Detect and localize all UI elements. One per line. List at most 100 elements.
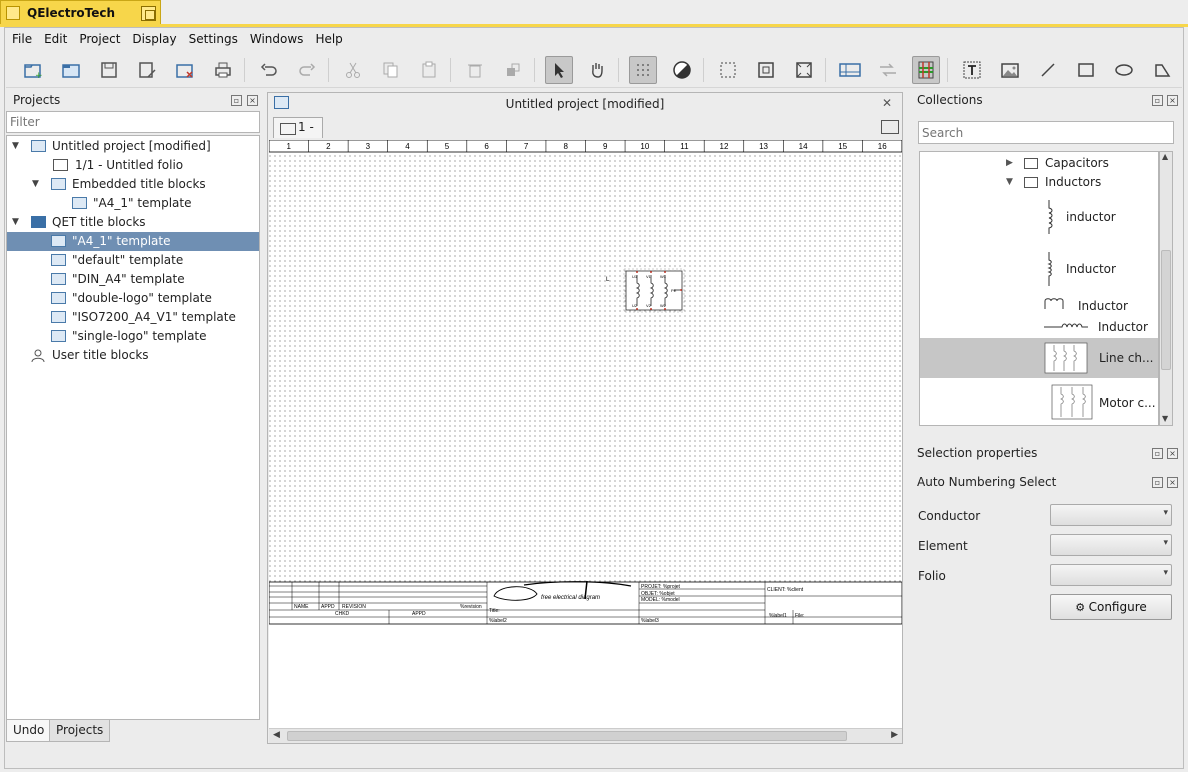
diagram-canvas[interactable]: 1 2 3 4 5 6 7 8 9 10 11 12 13 14 15 16 P… [269, 140, 902, 728]
tree-item-qet-title-blocks[interactable]: ▼ QET title blocks [7, 213, 259, 232]
close-icon[interactable]: × [1167, 477, 1178, 488]
ellipse-icon[interactable] [1110, 56, 1138, 84]
menu-windows[interactable]: Windows [244, 29, 310, 49]
diagram-svg[interactable]: 1 2 3 4 5 6 7 8 9 10 11 12 13 14 15 16 P… [269, 140, 902, 728]
menu-help[interactable]: Help [309, 29, 348, 49]
tab-undo[interactable]: Undo [6, 720, 52, 742]
title-block-icon[interactable] [836, 56, 864, 84]
collection-element-motor[interactable]: Motor c... [920, 380, 1158, 424]
float-icon[interactable]: ▫ [1152, 95, 1163, 106]
conductor-icon[interactable] [874, 56, 902, 84]
color-mode-icon[interactable] [668, 56, 696, 84]
menu-settings[interactable]: Settings [183, 29, 244, 49]
terminal-label: W2 [660, 303, 667, 308]
tb-label1: %label1 [769, 613, 787, 619]
app-title-tab[interactable]: QElectroTech [0, 0, 161, 24]
menu-edit[interactable]: Edit [38, 29, 73, 49]
select-icon[interactable] [545, 56, 573, 84]
collection-element-inductor[interactable]: Inductor [920, 317, 1158, 337]
collection-element-inductor[interactable]: Inductor [920, 295, 1158, 315]
column-number: 4 [405, 142, 410, 151]
print-icon[interactable] [209, 56, 237, 84]
conductor-numbering-select[interactable] [1050, 504, 1172, 526]
menu-project[interactable]: Project [73, 29, 126, 49]
expand-arrow-icon[interactable]: ▶ [1006, 154, 1013, 173]
tab-projects[interactable]: Projects [49, 720, 111, 742]
tree-item-template[interactable]: "DIN_A4" template [7, 270, 259, 289]
zoom-reset-icon[interactable] [790, 56, 818, 84]
select-all-icon[interactable] [714, 56, 742, 84]
expand-arrow-icon[interactable]: ▼ [32, 175, 42, 194]
line-icon[interactable] [1034, 56, 1062, 84]
expand-arrow-icon[interactable]: ▼ [1006, 173, 1013, 192]
restore-icon[interactable] [141, 6, 156, 21]
close-project-icon[interactable] [171, 56, 199, 84]
collections-search-input[interactable] [918, 121, 1174, 144]
projects-filter-input[interactable] [6, 111, 260, 133]
close-icon[interactable]: × [1167, 95, 1178, 106]
scroll-down-icon[interactable]: ▼ [1162, 414, 1168, 423]
tree-item-template[interactable]: "double-logo" template [7, 289, 259, 308]
scroll-right-icon[interactable]: ▶ [891, 730, 898, 740]
inductor-icon [1047, 252, 1052, 286]
new-project-icon[interactable]: + [19, 56, 47, 84]
save-as-icon[interactable] [133, 56, 161, 84]
open-icon[interactable] [57, 56, 85, 84]
collection-element-inductor[interactable]: inductor [920, 194, 1158, 240]
scroll-left-icon[interactable]: ◀ [273, 730, 280, 740]
folio-numbering-select[interactable] [1050, 564, 1172, 586]
menu-display[interactable]: Display [126, 29, 182, 49]
paste-icon[interactable] [415, 56, 443, 84]
collection-element-inductor[interactable]: Inductor [920, 246, 1158, 292]
rectangle-icon[interactable] [1072, 56, 1100, 84]
expand-arrow-icon[interactable]: ▼ [12, 137, 22, 156]
expand-arrow-icon[interactable]: ▼ [12, 213, 22, 232]
tree-item-template[interactable]: "A4_1" template [7, 232, 259, 251]
add-folio-icon[interactable] [881, 120, 899, 134]
scroll-up-icon[interactable]: ▲ [1162, 152, 1168, 161]
redo-icon[interactable] [293, 56, 321, 84]
tree-item-user-title-blocks[interactable]: User title blocks [7, 346, 259, 365]
collection-folder-capacitors[interactable]: ▶ Capacitors [920, 154, 1158, 173]
undo-icon[interactable] [255, 56, 283, 84]
document-title: Untitled project [modified] [505, 97, 665, 111]
cut-icon[interactable] [339, 56, 367, 84]
terminal-strip-icon[interactable] [912, 56, 940, 84]
delete-icon[interactable] [461, 56, 489, 84]
zoom-fit-icon[interactable] [752, 56, 780, 84]
float-icon[interactable]: ▫ [1152, 477, 1163, 488]
rotate-icon[interactable] [499, 56, 527, 84]
column-number: 10 [640, 142, 649, 151]
tree-item-template[interactable]: "A4_1" template [7, 194, 259, 213]
tree-item-folio[interactable]: 1/1 - Untitled folio [7, 156, 259, 175]
close-icon[interactable]: ✕ [882, 96, 892, 110]
terminal-label: V2 [646, 303, 652, 308]
menu-file[interactable]: File [6, 29, 38, 49]
close-icon[interactable]: × [1167, 448, 1178, 459]
tree-item-template[interactable]: "single-logo" template [7, 327, 259, 346]
tab-folio-1[interactable]: 1 - [273, 117, 323, 138]
tree-item-embedded-title-blocks[interactable]: ▼ Embedded title blocks [7, 175, 259, 194]
tree-item-template[interactable]: "default" template [7, 251, 259, 270]
float-icon[interactable]: ▫ [1152, 448, 1163, 459]
projects-tree: ▼ Untitled project [modified] 1/1 - Unti… [6, 135, 260, 720]
image-icon[interactable] [996, 56, 1024, 84]
hand-icon[interactable] [583, 56, 611, 84]
scrollbar-thumb[interactable] [287, 731, 847, 741]
scrollbar-thumb[interactable] [1161, 250, 1171, 370]
text-icon[interactable] [958, 56, 986, 84]
tree-item-untitled-project[interactable]: ▼ Untitled project [modified] [7, 137, 259, 156]
save-icon[interactable] [95, 56, 123, 84]
tree-item-template[interactable]: "ISO7200_A4_V1" template [7, 308, 259, 327]
element-numbering-select[interactable] [1050, 534, 1172, 556]
collections-scrollbar[interactable]: ▲ ▼ [1159, 151, 1173, 426]
horizontal-scrollbar[interactable]: ◀ ▶ [269, 728, 902, 743]
collection-folder-inductors[interactable]: ▼ Inductors [920, 173, 1158, 192]
polygon-icon[interactable] [1148, 56, 1176, 84]
grid-icon[interactable] [629, 56, 657, 84]
collection-element-line-choke[interactable]: Line ch... [920, 338, 1158, 378]
copy-icon[interactable] [377, 56, 405, 84]
close-icon[interactable]: × [247, 95, 258, 106]
float-icon[interactable]: ▫ [231, 95, 242, 106]
configure-button[interactable]: ⚙ Configure [1050, 594, 1172, 620]
